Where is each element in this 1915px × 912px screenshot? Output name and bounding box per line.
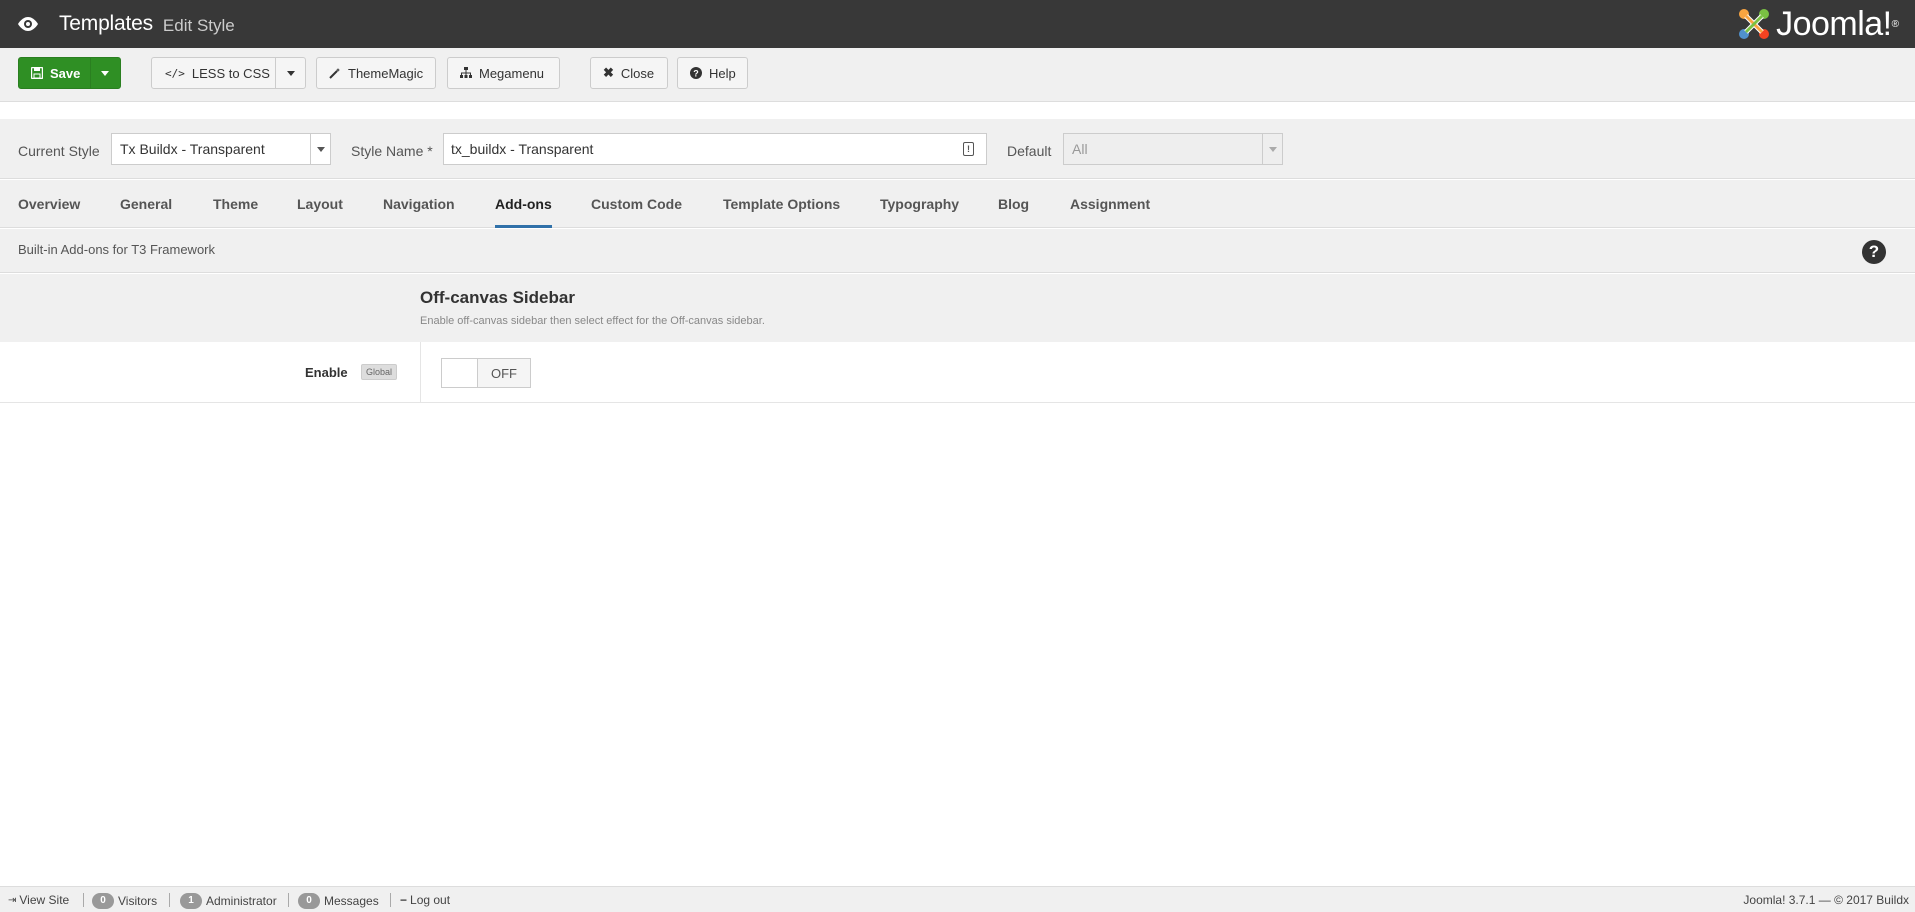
save-button-label: Save [50,65,81,81]
code-icon: </> [165,66,185,80]
view-site-label: View Site [19,893,70,907]
tab-assignment[interactable]: Assignment [1070,196,1150,212]
logout-link[interactable]: − Log out [400,893,450,907]
less-dropdown-toggle[interactable] [276,58,305,88]
toggle-state: OFF [491,365,517,381]
footer-separator [169,893,170,907]
close-icon: ✖ [603,65,614,80]
chevron-down-icon [101,70,110,76]
save-icon [31,67,43,79]
administrator-link[interactable]: 1 Administrator [180,893,277,909]
less-to-css-button-group: </> LESS to CSS [151,57,306,89]
tab-overview[interactable]: Overview [18,196,80,212]
page-subtitle: Edit Style [162,15,235,35]
visitors-link[interactable]: 0 Visitors [92,893,157,909]
version-text: Joomla! 3.7.1 — © 2017 Buildx [1743,893,1909,907]
current-style-select[interactable]: Tx Buildx - Transparent [111,133,331,165]
thememagic-button[interactable]: ThemeMagic [316,57,436,89]
megamenu-button[interactable]: Megamenu [447,57,560,89]
close-label: Close [620,65,655,81]
visitors-label: Visitors [118,894,158,908]
messages-count: 0 [298,893,320,909]
help-label: Help [709,65,736,81]
tab-navigation[interactable]: Navigation [383,196,455,212]
megamenu-label: Megamenu [479,65,545,81]
password-manager-icon[interactable]: ! [963,142,974,156]
tab-template-options[interactable]: Template Options [723,196,840,212]
page-title: Templates [59,12,153,35]
thememagic-label: ThemeMagic [348,65,424,81]
tab-blog[interactable]: Blog [998,196,1029,212]
default-value: All [1072,141,1088,157]
tab-general[interactable]: General [120,196,172,212]
svg-text:?: ? [693,69,699,79]
global-badge: Global [361,364,398,380]
footer-separator [288,893,289,907]
messages-link[interactable]: 0 Messages [298,893,379,909]
style-bar: Current Style Tx Buildx - Transparent St… [0,119,1915,179]
tab-layout[interactable]: Layout [297,196,343,212]
top-header: Templates Edit Style Joomla! ® [0,0,1915,48]
footer-separator [83,893,84,907]
messages-label: Messages [324,894,379,908]
sitemap-icon [460,67,472,79]
enable-label: Enable [305,365,348,380]
style-name-label: Style Name * [351,143,433,159]
tab-description-bar: Built-in Add-ons for T3 Framework ? [0,229,1915,273]
tab-add-ons[interactable]: Add-ons [495,196,552,228]
external-link-icon: ⇥ [8,894,17,906]
question-circle-icon[interactable]: ? [1862,240,1886,264]
tab-bar: Overview General Theme Layout Navigation… [0,180,1915,228]
style-name-value: tx_buildx - Transparent [451,141,594,157]
tab-custom-code[interactable]: Custom Code [591,196,682,212]
less-to-css-button[interactable]: </> LESS to CSS [152,58,277,88]
current-style-value: Tx Buildx - Transparent [120,141,265,157]
chevron-down-icon [286,70,295,76]
toggle-knob [442,359,478,387]
question-circle-icon: ? [690,67,702,79]
view-site-link[interactable]: ⇥ View Site [8,893,69,907]
divider [420,342,421,403]
save-button-group: Save [18,57,121,89]
less-to-css-label: LESS to CSS [191,65,270,81]
footer-separator [390,893,391,907]
default-select[interactable]: All [1063,133,1283,165]
minus-icon: − [400,893,408,907]
admin-label: Administrator [206,894,277,908]
visitors-count: 0 [92,893,114,909]
toolbar: Save </> LESS to CSS ThemeMagic Megamenu… [0,48,1915,102]
joomla-logo-text: Joomla! [1776,4,1892,43]
eye-icon[interactable] [16,12,40,36]
save-button[interactable]: Save [19,58,91,88]
offcanvas-section-header: Off-canvas Sidebar Enable off-canvas sid… [0,274,1915,342]
save-dropdown-toggle[interactable] [91,58,120,88]
enable-toggle[interactable]: OFF [441,358,531,388]
current-style-label: Current Style [18,143,100,159]
joomla-logo-icon [1739,9,1770,39]
registered-mark: ® [1891,18,1899,30]
enable-option-row: Enable Global OFF [0,342,1915,403]
tab-theme[interactable]: Theme [213,196,258,212]
section-description: Enable off-canvas sidebar then select ef… [420,315,765,327]
tab-typography[interactable]: Typography [880,196,959,212]
style-name-input[interactable]: tx_buildx - Transparent ! [443,133,987,165]
magic-wand-icon [329,67,341,79]
tab-description: Built-in Add-ons for T3 Framework [18,242,215,257]
chevron-down-icon [1262,134,1282,164]
status-footer: ⇥ View Site 0 Visitors 1 Administrator 0… [0,886,1915,912]
section-title: Off-canvas Sidebar [420,288,575,307]
default-label: Default [1007,143,1052,159]
close-button[interactable]: ✖ Close [590,57,668,89]
logout-label: Log out [410,893,451,907]
admin-count: 1 [180,893,202,909]
joomla-logo: Joomla! ® [1736,4,1899,44]
chevron-down-icon [310,134,330,164]
help-button[interactable]: ? Help [677,57,748,89]
